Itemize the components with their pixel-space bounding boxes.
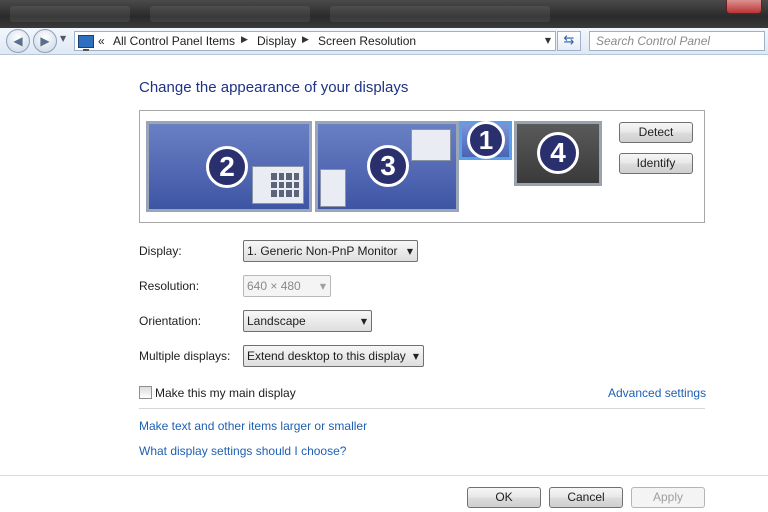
orientation-dropdown[interactable]: Landscape ▼ bbox=[243, 310, 372, 332]
monitor-4[interactable]: 4 bbox=[514, 121, 602, 186]
display-label: Display: bbox=[139, 244, 182, 258]
main-display-checkbox[interactable] bbox=[139, 386, 152, 399]
ok-button[interactable]: OK bbox=[467, 487, 541, 508]
refresh-button[interactable]: ⇆ bbox=[557, 31, 581, 51]
search-input[interactable]: Search Control Panel bbox=[589, 31, 765, 51]
cancel-button[interactable]: Cancel bbox=[549, 487, 623, 508]
address-dropdown-icon[interactable]: ▼ bbox=[545, 36, 551, 45]
desktop-window-preview bbox=[252, 166, 304, 204]
main-content: Change the appearance of your displays 2… bbox=[0, 55, 768, 512]
monitor-2[interactable]: 2 bbox=[146, 121, 312, 212]
divider bbox=[0, 475, 768, 476]
multiple-displays-label: Multiple displays: bbox=[139, 349, 231, 363]
close-window-button[interactable] bbox=[726, 0, 762, 14]
display-dropdown[interactable]: 1. Generic Non-PnP Monitor ▼ bbox=[243, 240, 418, 262]
main-display-label[interactable]: Make this my main display bbox=[155, 386, 296, 400]
navigation-bar: ◀ ▶ ▼ « All Control Panel Items ▶ Displa… bbox=[0, 28, 768, 55]
monitor-number-badge: 3 bbox=[367, 145, 409, 187]
breadcrumb-arrow-icon[interactable]: ▶ bbox=[241, 35, 248, 45]
background-tab bbox=[10, 6, 130, 22]
monitor-arrangement-panel: 2 3 1 4 Detect Identify bbox=[139, 110, 705, 223]
dropdown-arrow-icon: ▼ bbox=[360, 317, 367, 326]
back-button[interactable]: ◀ bbox=[6, 29, 30, 53]
monitor-number-badge: 1 bbox=[467, 121, 505, 159]
dropdown-arrow-icon: ▼ bbox=[406, 247, 413, 256]
resolution-dropdown[interactable]: 640 × 480 ▼ bbox=[243, 275, 331, 297]
desktop-window-preview bbox=[320, 169, 346, 207]
breadcrumb-all-control-panel-items[interactable]: All Control Panel Items bbox=[113, 34, 235, 48]
divider bbox=[139, 408, 705, 409]
dropdown-arrow-icon: ▼ bbox=[412, 352, 419, 361]
dropdown-arrow-icon: ▼ bbox=[319, 282, 326, 291]
monitor-number-badge: 4 bbox=[537, 132, 579, 174]
multiple-displays-dropdown[interactable]: Extend desktop to this display ▼ bbox=[243, 345, 424, 367]
breadcrumb-arrow-icon[interactable]: ▶ bbox=[302, 35, 309, 45]
identify-button[interactable]: Identify bbox=[619, 153, 693, 174]
recent-pages-dropdown-icon[interactable]: ▼ bbox=[60, 34, 66, 43]
apply-button[interactable]: Apply bbox=[631, 487, 705, 508]
forward-button[interactable]: ▶ bbox=[33, 29, 57, 53]
icon-grid-preview bbox=[271, 173, 299, 197]
address-overflow[interactable]: « bbox=[98, 34, 105, 48]
page-title: Change the appearance of your displays bbox=[139, 79, 409, 96]
background-tab bbox=[330, 6, 550, 22]
address-bar[interactable]: « All Control Panel Items ▶ Display ▶ Sc… bbox=[74, 31, 556, 51]
desktop-window-preview bbox=[411, 129, 451, 161]
display-dropdown-value: 1. Generic Non-PnP Monitor bbox=[247, 244, 398, 258]
background-tab bbox=[150, 6, 310, 22]
breadcrumb-display[interactable]: Display bbox=[257, 34, 296, 48]
orientation-dropdown-value: Landscape bbox=[247, 314, 306, 328]
control-panel-icon bbox=[78, 35, 94, 51]
display-settings-help-link[interactable]: What display settings should I choose? bbox=[139, 444, 346, 458]
resolution-dropdown-value: 640 × 480 bbox=[247, 279, 301, 293]
detect-button[interactable]: Detect bbox=[619, 122, 693, 143]
advanced-settings-link[interactable]: Advanced settings bbox=[608, 386, 706, 400]
resolution-label: Resolution: bbox=[139, 279, 200, 293]
monitor-number-badge: 2 bbox=[206, 146, 248, 188]
monitor-3[interactable]: 3 bbox=[315, 121, 459, 212]
breadcrumb-screen-resolution[interactable]: Screen Resolution bbox=[318, 34, 416, 48]
window-title-bar bbox=[0, 0, 768, 28]
text-size-link[interactable]: Make text and other items larger or smal… bbox=[139, 419, 367, 433]
multiple-displays-dropdown-value: Extend desktop to this display bbox=[247, 349, 406, 363]
orientation-label: Orientation: bbox=[139, 314, 202, 328]
monitor-1[interactable]: 1 bbox=[459, 121, 512, 160]
